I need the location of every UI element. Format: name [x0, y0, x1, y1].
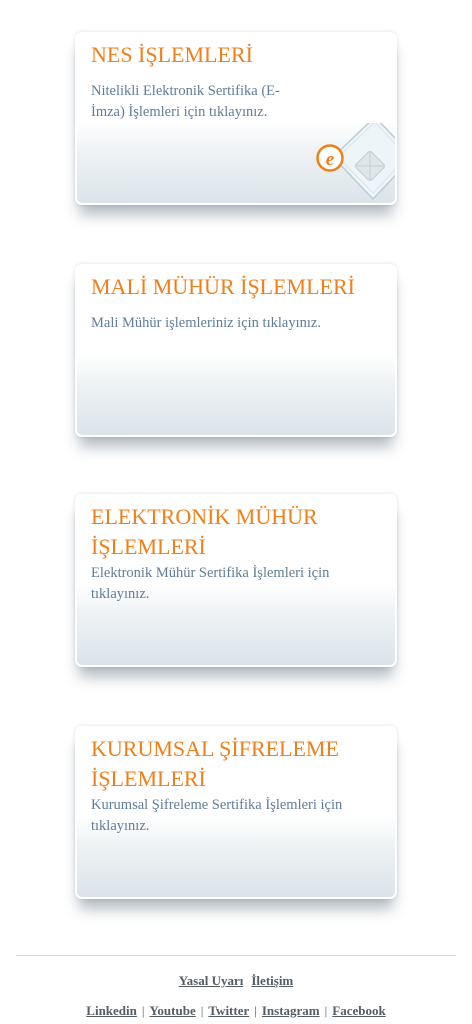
- kurumsal-sifreleme-islemleri-card[interactable]: KURUMSAL ŞİFRELEME İŞLEMLERİ Kurumsal Şi…: [75, 726, 397, 899]
- card-title: NES İŞLEMLERİ: [91, 42, 253, 67]
- card-title: ELEKTRONİK MÜHÜR İŞLEMLERİ: [91, 504, 318, 559]
- mali-muhur-islemleri-card[interactable]: MALİ MÜHÜR İŞLEMLERİ Mali Mühür işlemler…: [75, 264, 397, 437]
- elektronik-muhur-islemleri-card[interactable]: ELEKTRONİK MÜHÜR İŞLEMLERİ Elektronik Mü…: [75, 494, 397, 667]
- linkedin-link[interactable]: Linkedin: [86, 1003, 137, 1018]
- footer-social-links: Linkedin | Youtube | Twitter | Instagram | Faceb…: [0, 1003, 472, 1019]
- card-description: Kurumsal Şifreleme Sertifika İşlemleri i…: [91, 797, 343, 834]
- page: NES İŞLEMLERİ Nitelikli Elektronik Serti…: [0, 0, 472, 1024]
- footer-primary-links: Yasal Uyarı İletişim: [0, 973, 472, 989]
- footer-separator: |: [324, 1003, 328, 1018]
- facebook-link[interactable]: Facebook: [332, 1003, 385, 1018]
- footer-separator: |: [141, 1003, 145, 1018]
- e-signature-card-icon: e: [316, 123, 395, 201]
- card-title: MALİ MÜHÜR İŞLEMLERİ: [91, 274, 355, 299]
- card-title: KURUMSAL ŞİFRELEME İŞLEMLERİ: [91, 736, 339, 791]
- card-description: Nitelikli Elektronik Sertifika (E-İmza) …: [91, 83, 280, 120]
- e-signature-letter: e: [326, 149, 335, 170]
- footer-divider: [16, 955, 456, 956]
- yasal-uyari-link[interactable]: Yasal Uyarı: [179, 973, 244, 988]
- card-description: Elektronik Mühür Sertifika İşlemleri içi…: [91, 565, 330, 602]
- twitter-link[interactable]: Twitter: [208, 1003, 249, 1018]
- footer-separator: |: [200, 1003, 204, 1018]
- nes-islemleri-card[interactable]: NES İŞLEMLERİ Nitelikli Elektronik Serti…: [75, 32, 397, 205]
- youtube-link[interactable]: Youtube: [149, 1003, 195, 1018]
- iletisim-link[interactable]: İletişim: [251, 973, 293, 988]
- card-description: Mali Mühür işlemleriniz için tıklayınız.: [91, 315, 321, 331]
- instagram-link[interactable]: Instagram: [262, 1003, 320, 1018]
- footer-separator: |: [254, 1003, 257, 1018]
